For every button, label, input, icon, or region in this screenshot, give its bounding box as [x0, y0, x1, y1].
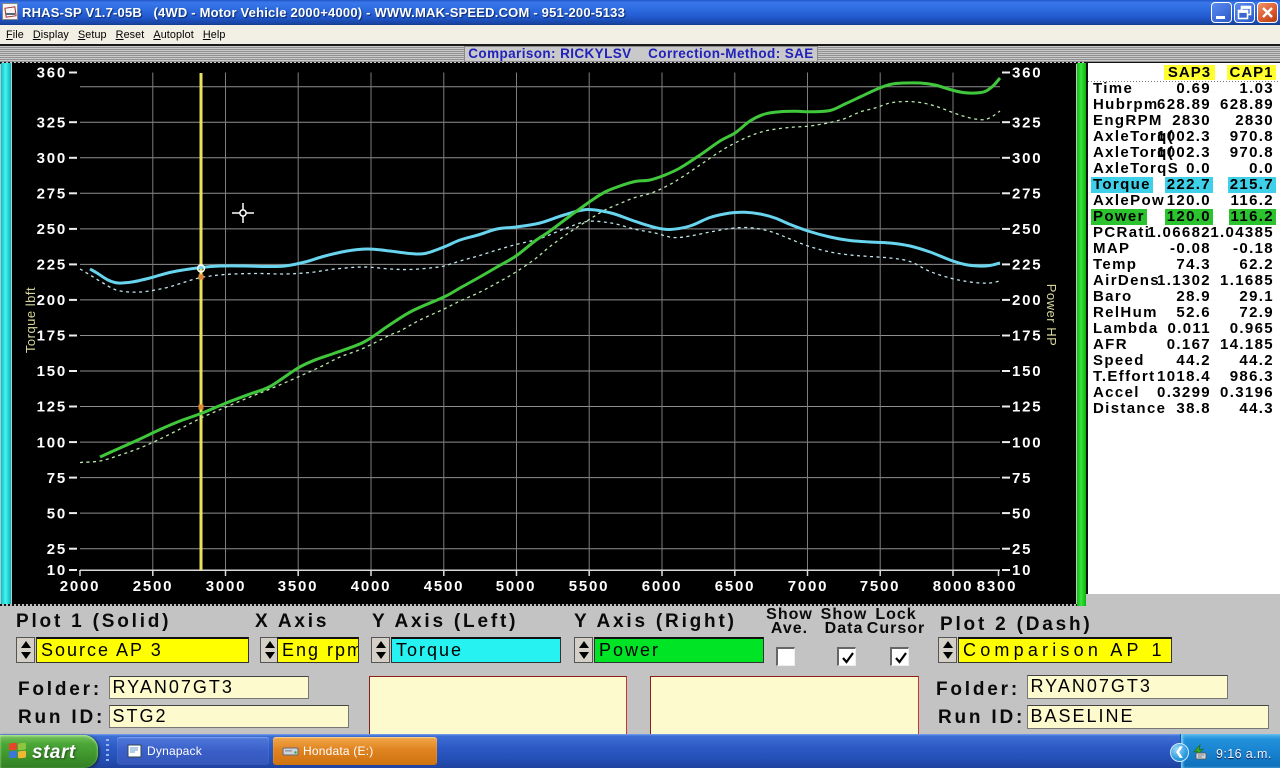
svg-text:6500: 6500	[715, 578, 756, 595]
svg-text:25: 25	[47, 541, 67, 558]
svg-text:3000: 3000	[206, 578, 247, 595]
svg-text:175: 175	[37, 328, 67, 345]
svg-text:100: 100	[1012, 434, 1042, 451]
svg-text:100: 100	[37, 434, 67, 451]
svg-text:200: 200	[37, 292, 67, 309]
svg-text:300: 300	[1012, 150, 1042, 167]
svg-text:150: 150	[37, 363, 67, 380]
svg-text:225: 225	[1012, 257, 1042, 274]
svg-text:125: 125	[37, 399, 67, 416]
svg-text:3500: 3500	[278, 578, 319, 595]
svg-text:5500: 5500	[569, 578, 610, 595]
svg-text:2500: 2500	[133, 578, 174, 595]
svg-text:75: 75	[1012, 470, 1032, 487]
svg-text:50: 50	[1012, 505, 1032, 522]
svg-text:6000: 6000	[642, 578, 683, 595]
svg-text:250: 250	[1012, 221, 1042, 238]
svg-text:300: 300	[37, 150, 67, 167]
svg-text:10: 10	[47, 562, 67, 579]
svg-text:200: 200	[1012, 292, 1042, 309]
svg-text:325: 325	[1012, 115, 1042, 132]
svg-text:225: 225	[37, 257, 67, 274]
svg-text:4500: 4500	[424, 578, 465, 595]
svg-text:7000: 7000	[788, 578, 829, 595]
svg-text:125: 125	[1012, 399, 1042, 416]
svg-text:8000: 8000	[933, 578, 974, 595]
svg-text:175: 175	[1012, 328, 1042, 345]
svg-text:150: 150	[1012, 363, 1042, 380]
svg-text:360: 360	[37, 65, 67, 82]
svg-text:Power HP: Power HP	[1044, 284, 1059, 347]
svg-text:10: 10	[1012, 562, 1032, 579]
svg-text:250: 250	[37, 221, 67, 238]
svg-text:4000: 4000	[351, 578, 392, 595]
svg-text:275: 275	[37, 186, 67, 203]
svg-text:325: 325	[37, 115, 67, 132]
svg-text:360: 360	[1012, 65, 1042, 82]
svg-text:50: 50	[47, 505, 67, 522]
svg-text:8300: 8300	[977, 578, 1018, 595]
svg-text:2000: 2000	[60, 578, 101, 595]
svg-text:25: 25	[1012, 541, 1032, 558]
svg-text:75: 75	[47, 470, 67, 487]
svg-text:275: 275	[1012, 186, 1042, 203]
svg-text:7500: 7500	[860, 578, 901, 595]
svg-text:Torque lbft: Torque lbft	[23, 287, 38, 353]
svg-text:5000: 5000	[496, 578, 537, 595]
